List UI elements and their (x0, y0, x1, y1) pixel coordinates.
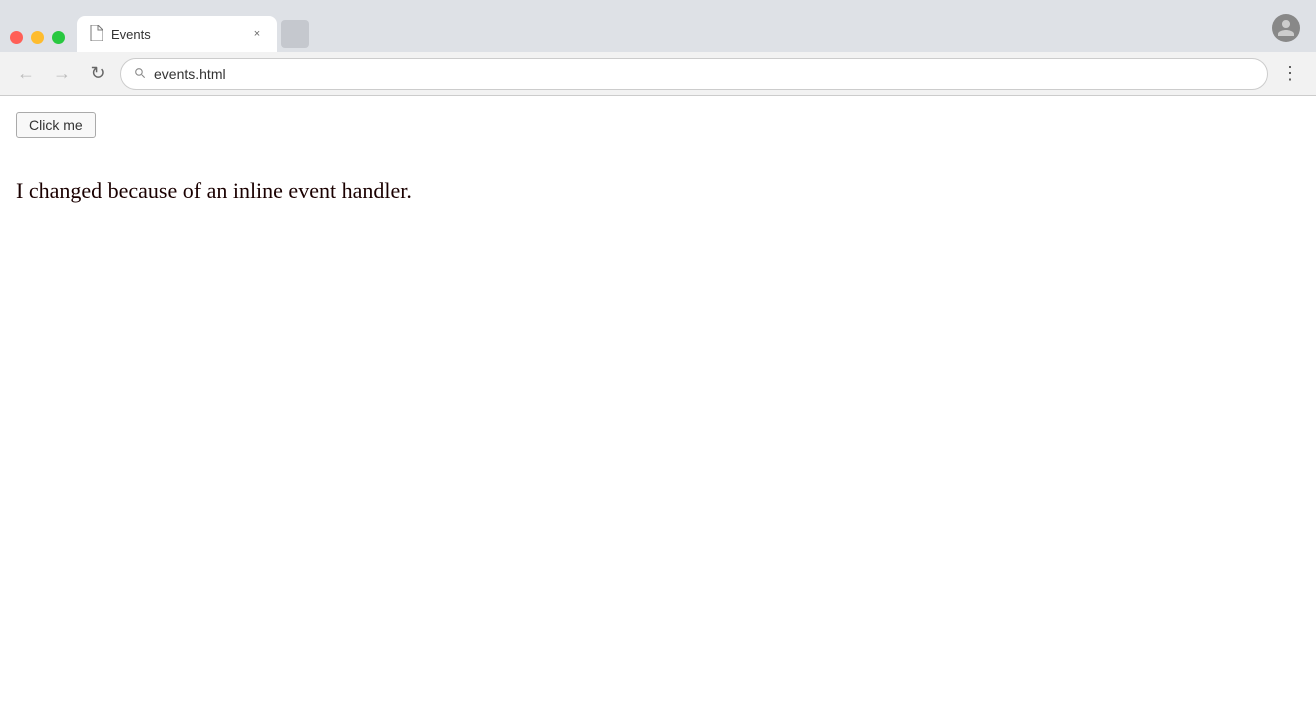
minimize-window-button[interactable] (31, 31, 44, 44)
page-paragraph: I changed because of an inline event han… (16, 178, 1300, 204)
browser-menu-button[interactable]: ⋮ (1276, 60, 1304, 88)
close-window-button[interactable] (10, 31, 23, 44)
tab-title: Events (111, 27, 241, 42)
page-content: Click me I changed because of an inline … (0, 96, 1316, 718)
forward-button[interactable]: → (48, 60, 76, 88)
maximize-window-button[interactable] (52, 31, 65, 44)
tab-close-button[interactable]: × (249, 26, 265, 42)
search-icon (133, 66, 146, 82)
window-controls (10, 31, 65, 44)
title-bar: Events × (0, 0, 1316, 52)
click-me-button[interactable]: Click me (16, 112, 96, 138)
back-icon: ← (17, 63, 35, 84)
address-bar-container (120, 58, 1268, 90)
reload-button[interactable]: ↻ (84, 60, 112, 88)
back-button[interactable]: ← (12, 60, 40, 88)
active-tab[interactable]: Events × (77, 16, 277, 52)
forward-icon: → (53, 63, 71, 84)
tab-close-icon: × (254, 28, 260, 40)
tab-page-icon (89, 25, 103, 44)
tab-bar: Events × (77, 16, 1316, 52)
menu-dots-icon: ⋮ (1281, 63, 1299, 84)
new-tab-area (281, 20, 309, 48)
profile-icon[interactable] (1272, 14, 1300, 42)
address-input[interactable] (154, 66, 1255, 82)
reload-icon: ↻ (90, 63, 105, 84)
browser-shell: Events × ← → ↻ (0, 0, 1316, 718)
toolbar: ← → ↻ ⋮ (0, 52, 1316, 96)
